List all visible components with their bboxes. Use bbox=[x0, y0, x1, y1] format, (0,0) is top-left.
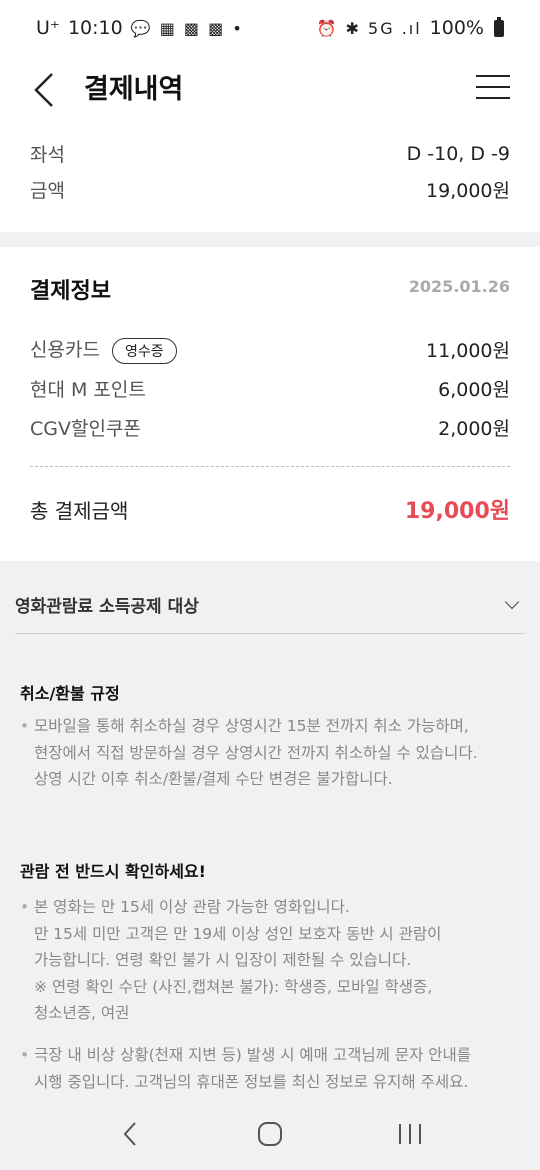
receipt-button[interactable]: 영수증 bbox=[111, 337, 177, 364]
nav-home-button[interactable] bbox=[240, 1109, 300, 1159]
notice-line: 현장에서 직접 방문하실 경우 상영시간 전까지 취소하실 수 있습니다. bbox=[34, 743, 478, 762]
payment-item-label: 신용카드 bbox=[30, 339, 100, 361]
check-title: 관람 전 반드시 확인하세요! bbox=[20, 862, 206, 881]
bullet-icon: • bbox=[20, 717, 30, 735]
total-label: 총 결제금액 bbox=[30, 499, 129, 523]
system-icons: ⏰ ✱ 5G .ıl bbox=[316, 18, 422, 38]
payment-item-value: 6,000원 bbox=[438, 379, 510, 401]
system-nav-bar bbox=[0, 1098, 540, 1170]
refund-notice: • 모바일을 통해 취소하실 경우 상영시간 15분 전까지 취소 가능하며, … bbox=[20, 713, 520, 793]
bullet-icon: • bbox=[20, 1046, 30, 1064]
payment-item-label: 현대 M 포인트 bbox=[30, 379, 146, 401]
clock: 10:10 bbox=[67, 17, 123, 39]
hamburger-icon-line bbox=[476, 86, 510, 88]
total-value: 19,000원 bbox=[404, 499, 510, 524]
notice-line: 본 영화는 만 15세 이상 관람 가능한 영화입니다. bbox=[34, 898, 350, 916]
back-arrow-icon bbox=[34, 73, 53, 107]
battery-percent: 100% bbox=[429, 17, 484, 39]
page-title: 결제내역 bbox=[84, 74, 184, 105]
payment-item-value: 11,000원 bbox=[426, 339, 510, 362]
amount-label: 금액 bbox=[30, 180, 65, 202]
accordion-title: 영화관람료 소득공제 대상 bbox=[15, 597, 199, 617]
payment-item-row: CGV할인쿠폰 2,000원 bbox=[30, 414, 510, 441]
payment-item-row: 현대 M 포인트 6,000원 bbox=[30, 375, 510, 402]
notice-line: 시행 중입니다. 고객님의 휴대폰 정보를 최신 정보로 유지해 주세요. bbox=[34, 1072, 469, 1091]
hamburger-icon-line bbox=[476, 97, 510, 99]
nav-back-button[interactable] bbox=[100, 1109, 160, 1159]
nav-recents-icon bbox=[399, 1124, 421, 1144]
nav-back-icon bbox=[123, 1122, 136, 1146]
menu-button[interactable] bbox=[476, 72, 510, 102]
notice-line: 만 15세 미만 고객은 만 19세 이상 성인 보호자 동반 시 관람이 bbox=[34, 924, 442, 943]
payment-item-label: CGV할인쿠폰 bbox=[30, 418, 141, 440]
chevron-down-icon bbox=[504, 594, 520, 609]
notice-line: 상영 시간 이후 취소/환불/결제 수단 변경은 불가합니다. bbox=[34, 770, 393, 788]
seat-row: 좌석 D -10, D -9 bbox=[30, 140, 510, 167]
bullet-icon: • bbox=[20, 898, 30, 916]
dashed-divider bbox=[30, 466, 510, 467]
back-button[interactable] bbox=[24, 70, 64, 110]
battery-icon bbox=[494, 16, 504, 37]
hamburger-icon-line bbox=[476, 75, 510, 77]
notice-line: ※ 연령 확인 수단 (사진,캡쳐본 불가): 학생증, 모바일 학생증, bbox=[34, 977, 433, 996]
nav-home-icon bbox=[258, 1122, 282, 1146]
status-left: U⁺ 10:10 💬 ▦ ▩ ▩ • bbox=[36, 17, 244, 39]
amount-value: 19,000원 bbox=[426, 180, 510, 202]
notice-line: 극장 내 비상 상황(천재 지변 등) 발생 시 예매 고객님께 문자 안내를 bbox=[34, 1046, 472, 1064]
emergency-notice: • 극장 내 비상 상황(천재 지변 등) 발생 시 예매 고객님께 문자 안내… bbox=[20, 1042, 520, 1095]
age-notice: • 본 영화는 만 15세 이상 관람 가능한 영화입니다. 만 15세 미만 … bbox=[20, 894, 520, 1027]
payment-date: 2025.01.26 bbox=[408, 277, 510, 296]
refund-title: 취소/환불 규정 bbox=[20, 684, 120, 703]
app-header: 결제내역 bbox=[0, 56, 540, 126]
seat-label: 좌석 bbox=[30, 144, 65, 166]
tax-deduction-accordion[interactable]: 영화관람료 소득공제 대상 bbox=[15, 576, 525, 634]
nav-recents-button[interactable] bbox=[380, 1109, 440, 1159]
payment-item-value: 2,000원 bbox=[438, 418, 510, 440]
notification-icons: 💬 ▦ ▩ ▩ • bbox=[130, 18, 244, 38]
notice-line: 가능합니다. 연령 확인 불가 시 입장이 제한될 수 있습니다. bbox=[34, 951, 412, 969]
status-bar: U⁺ 10:10 💬 ▦ ▩ ▩ • ⏰ ✱ 5G .ıl 100% bbox=[0, 0, 540, 56]
carrier-label: U⁺ bbox=[36, 17, 60, 39]
booking-card: 좌석 D -10, D -9 금액 19,000원 bbox=[0, 126, 540, 232]
payment-card: 결제정보 2025.01.26 신용카드 영수증 11,000원 현대 M 포인… bbox=[0, 247, 540, 561]
notice-line: 청소년증, 여권 bbox=[34, 1004, 130, 1022]
amount-row: 금액 19,000원 bbox=[30, 176, 510, 203]
payment-title: 결제정보 bbox=[30, 279, 111, 304]
status-right: ⏰ ✱ 5G .ıl 100% bbox=[316, 16, 504, 39]
seat-value: D -10, D -9 bbox=[406, 142, 510, 165]
payment-item-row: 신용카드 영수증 11,000원 bbox=[30, 335, 510, 364]
notice-line: 모바일을 통해 취소하실 경우 상영시간 15분 전까지 취소 가능하며, bbox=[34, 717, 469, 735]
